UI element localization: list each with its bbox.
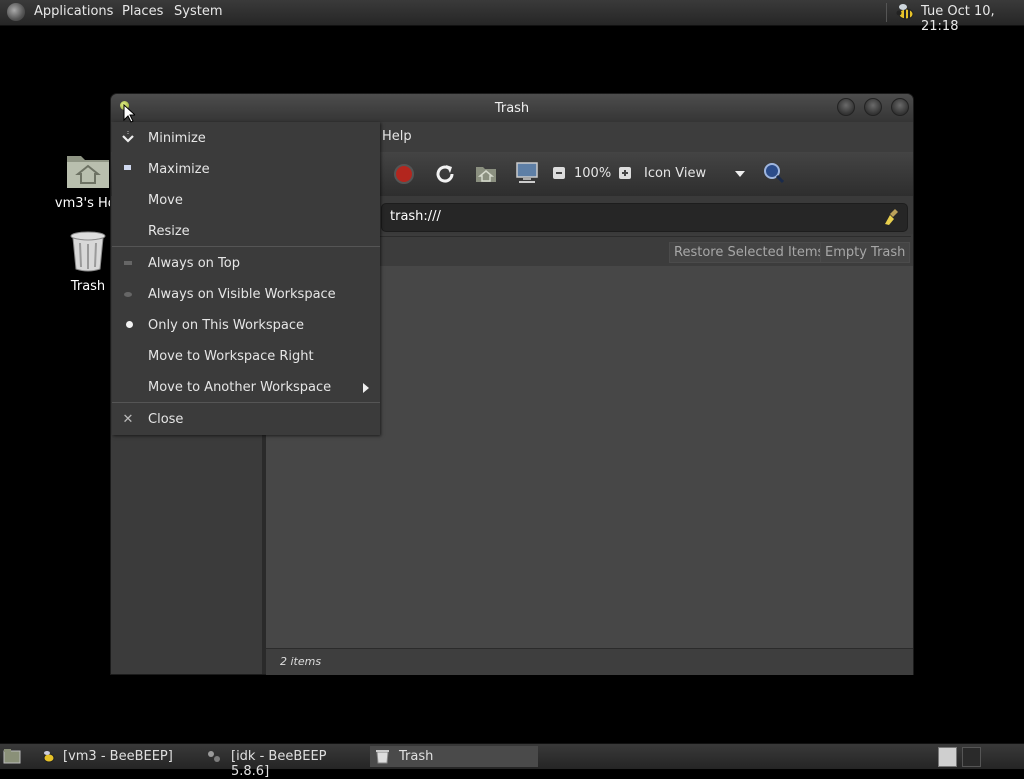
menu-item-label: Resize (148, 224, 190, 239)
menu-help[interactable]: Help (382, 129, 412, 144)
menu-item-label: Close (148, 412, 184, 427)
window-titlebar[interactable]: Trash (111, 94, 913, 122)
menu-item-resize[interactable]: Resize (112, 220, 380, 245)
workspace-switcher-1[interactable] (938, 747, 957, 767)
zoom-in-icon[interactable] (618, 166, 632, 180)
task-label: Trash (399, 749, 434, 764)
close-icon: ✕ (122, 412, 134, 427)
menu-item-only-this-workspace[interactable]: Only on This Workspace (112, 314, 380, 339)
menu-item-label: Maximize (148, 162, 210, 177)
task-trash[interactable]: Trash (370, 746, 538, 767)
menu-item-label: Move (148, 193, 183, 208)
unchecked-icon (124, 261, 132, 265)
statusbar: 2 items (266, 648, 913, 675)
menu-item-close[interactable]: ✕ Close (112, 408, 380, 433)
mouse-cursor-icon (123, 104, 135, 123)
maximize-button[interactable] (864, 98, 882, 116)
minimize-button[interactable] (837, 98, 855, 116)
menu-item-always-on-top[interactable]: Always on Top (112, 252, 380, 277)
task-idk-beebeep[interactable]: [idk - BeeBEEP 5.8.6] (203, 746, 365, 779)
show-desktop-icon[interactable] (3, 748, 21, 764)
top-panel: Applications Places System Tue Oct 10, 2… (0, 0, 1024, 34)
radio-on-icon (126, 321, 133, 328)
menu-item-move-another-workspace[interactable]: Move to Another Workspace (112, 376, 380, 401)
stop-icon[interactable] (393, 163, 415, 185)
clear-icon[interactable] (884, 208, 900, 226)
computer-icon[interactable] (515, 161, 539, 185)
beebeep-icon (43, 751, 55, 763)
menu-item-label: Move to Another Workspace (148, 380, 332, 395)
close-button[interactable] (891, 98, 909, 116)
task-vm3-beebeep[interactable]: [vm3 - BeeBEEP] (35, 746, 193, 767)
trash-icon (70, 231, 106, 272)
view-mode-label: Icon View (644, 166, 707, 181)
chevron-down-icon (735, 171, 745, 177)
menu-item-move-workspace-right[interactable]: Move to Workspace Right (112, 345, 380, 370)
menu-separator (112, 246, 380, 247)
search-icon[interactable] (762, 161, 786, 185)
menu-item-label: Move to Workspace Right (148, 349, 314, 364)
status-text: 2 items (280, 655, 322, 668)
menu-item-label: Minimize (148, 131, 206, 146)
menu-item-maximize[interactable]: Maximize (112, 158, 380, 183)
trash-icon (376, 750, 389, 764)
menu-item-label: Only on This Workspace (148, 318, 304, 333)
menu-item-label: Always on Top (148, 256, 240, 271)
home-icon[interactable] (475, 163, 497, 183)
restore-selected-button[interactable]: Restore Selected Items (669, 242, 830, 263)
desktop-icon-trash[interactable]: Trash (58, 229, 118, 294)
location-text: trash:/// (390, 209, 441, 224)
zoom-level: 100% (574, 166, 612, 181)
zoom-out-icon[interactable] (552, 166, 566, 180)
applications-menu[interactable]: Applications (34, 4, 113, 19)
maximize-icon (124, 165, 131, 170)
clock[interactable]: Tue Oct 10, 21:18 (921, 4, 1024, 34)
distro-logo-icon[interactable] (7, 3, 25, 21)
task-label: [idk - BeeBEEP 5.8.6] (231, 749, 327, 779)
bee-icon[interactable] (895, 2, 915, 22)
location-field[interactable]: trash:/// (381, 203, 908, 232)
empty-trash-button[interactable]: Empty Trash (820, 242, 911, 263)
view-mode-select[interactable]: Icon View (639, 160, 751, 188)
workspace-switcher-2[interactable] (962, 747, 981, 767)
window-title: Trash (494, 101, 530, 116)
system-menu[interactable]: System (174, 4, 222, 19)
radio-off-icon (124, 292, 132, 297)
desktop-icon-label: Trash (70, 279, 106, 294)
menu-item-minimize[interactable]: Minimize (112, 127, 380, 152)
menu-item-label: Always on Visible Workspace (148, 287, 336, 302)
reload-icon[interactable] (433, 162, 457, 186)
task-label: [vm3 - BeeBEEP] (63, 749, 173, 764)
window-menu: Minimize Maximize Move Resize Always on … (112, 122, 380, 435)
home-folder-icon (67, 156, 109, 188)
menu-separator (112, 402, 380, 403)
places-menu[interactable]: Places (122, 4, 163, 19)
minimize-icon (122, 131, 134, 143)
submenu-arrow-icon (363, 383, 369, 393)
network-users-icon (208, 751, 220, 762)
taskbar: [vm3 - BeeBEEP] [idk - BeeBEEP 5.8.6] Tr… (0, 743, 1024, 779)
menu-item-move[interactable]: Move (112, 189, 380, 214)
menu-item-always-visible-workspace[interactable]: Always on Visible Workspace (112, 283, 380, 308)
panel-separator (886, 3, 887, 22)
